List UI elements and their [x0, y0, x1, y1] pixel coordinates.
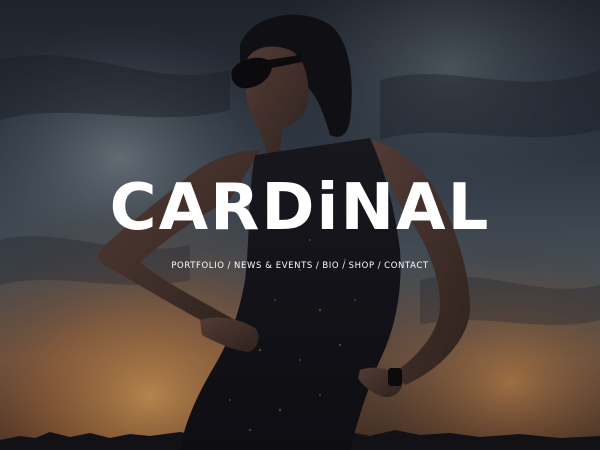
nav-link-contact[interactable]: CONTACT	[384, 261, 429, 271]
nav-separator: /	[315, 261, 320, 271]
nav-separator: /	[377, 261, 382, 271]
nav-link-shop[interactable]: SHOP	[349, 261, 375, 271]
nav-link-news-events[interactable]: NEWS & EVENTS	[234, 261, 313, 271]
nav-link-bio[interactable]: BIO	[322, 261, 339, 271]
nav-link-portfolio[interactable]: PORTFOLIO	[171, 261, 224, 271]
nav-separator: /	[342, 261, 346, 271]
nav-separator: /	[227, 261, 232, 271]
site-logo[interactable]: CARDiNAL	[0, 168, 600, 248]
main-navigation: PORTFOLIO / NEWS & EVENTS / BIO / SHOP / CONTACT	[0, 259, 600, 273]
hero-section: CARDiNAL PORTFOLIO / NEWS & EVENTS / BIO / SHO…	[0, 0, 600, 450]
